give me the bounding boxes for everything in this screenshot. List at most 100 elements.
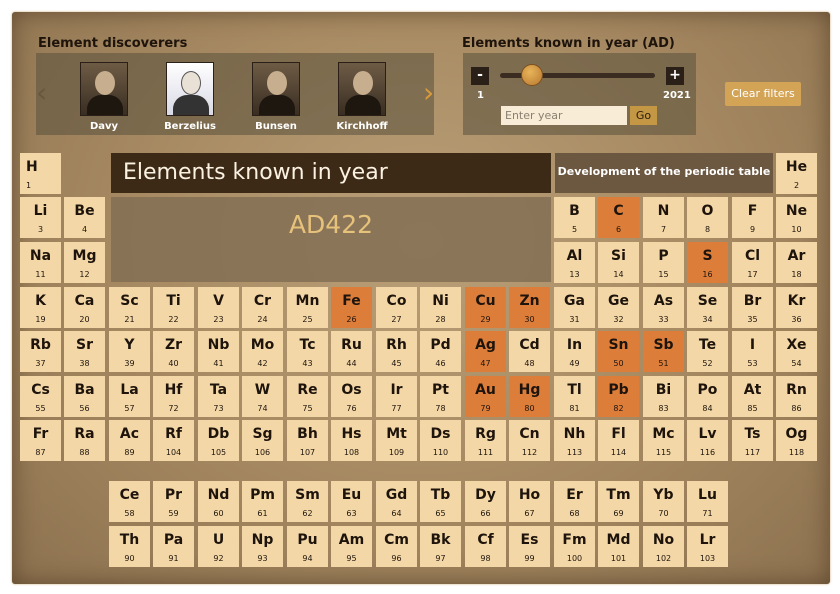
element-cell-bh[interactable]: Bh 107 [287, 420, 328, 461]
element-cell-li[interactable]: Li 3 [20, 197, 61, 238]
development-button[interactable]: Development of the periodic table [555, 153, 773, 193]
element-cell-na[interactable]: Na 11 [20, 242, 61, 283]
element-cell-o[interactable]: O8 [687, 197, 728, 238]
element-cell-ni[interactable]: Ni 28 [420, 287, 461, 328]
element-cell-cm[interactable]: Cm 96 [376, 526, 417, 567]
element-cell-am[interactable]: Am 95 [331, 526, 372, 567]
year-input[interactable] [501, 106, 627, 125]
element-cell-k[interactable]: K 19 [20, 287, 61, 328]
discoverer-name[interactable]: Berzelius [155, 121, 225, 132]
element-cell-es[interactable]: Es 99 [509, 526, 550, 567]
element-cell-rg[interactable]: Rg 111 [465, 420, 506, 461]
element-cell-og[interactable]: Og 118 [776, 420, 817, 461]
element-cell-sm[interactable]: Sm 62 [287, 481, 328, 522]
element-cell-ta[interactable]: Ta 73 [198, 376, 239, 417]
element-cell-la[interactable]: La 57 [109, 376, 150, 417]
element-cell-n[interactable]: N7 [643, 197, 684, 238]
element-cell-ge[interactable]: Ge 32 [598, 287, 639, 328]
element-cell-br[interactable]: Br 35 [732, 287, 773, 328]
element-cell-cu[interactable]: Cu 29 [465, 287, 506, 328]
development-label[interactable]: Development of the periodic table [555, 165, 773, 178]
element-cell-al[interactable]: Al 13 [554, 242, 595, 283]
element-cell-ga[interactable]: Ga 31 [554, 287, 595, 328]
element-cell-sg[interactable]: Sg 106 [242, 420, 283, 461]
element-cell-fl[interactable]: Fl 114 [598, 420, 639, 461]
element-cell-ag[interactable]: Ag 47 [465, 331, 506, 372]
discoverer-name[interactable]: Kirchhoff [327, 121, 397, 132]
element-cell-cn[interactable]: Cn 112 [509, 420, 550, 461]
element-cell-zr[interactable]: Zr 40 [153, 331, 194, 372]
element-cell-ac[interactable]: Ac 89 [109, 420, 150, 461]
element-cell-lr[interactable]: Lr 103 [687, 526, 728, 567]
element-cell-rh[interactable]: Rh 45 [376, 331, 417, 372]
element-cell-ba[interactable]: Ba 56 [64, 376, 105, 417]
element-cell-cl[interactable]: Cl 17 [732, 242, 773, 283]
element-cell-fm[interactable]: Fm 100 [554, 526, 595, 567]
discoverer-portrait-davy[interactable] [80, 62, 128, 116]
element-cell-bk[interactable]: Bk 97 [420, 526, 461, 567]
element-cell-mc[interactable]: Mc 115 [643, 420, 684, 461]
element-cell-f[interactable]: F9 [732, 197, 773, 238]
element-cell-rb[interactable]: Rb 37 [20, 331, 61, 372]
element-cell-ra[interactable]: Ra 88 [64, 420, 105, 461]
chevron-left-icon[interactable]: ‹ [36, 76, 47, 109]
element-cell-b[interactable]: B5 [554, 197, 595, 238]
year-slider-thumb[interactable] [521, 64, 543, 86]
element-cell-db[interactable]: Db 105 [198, 420, 239, 461]
element-cell-v[interactable]: V 23 [198, 287, 239, 328]
element-cell-po[interactable]: Po 84 [687, 376, 728, 417]
element-cell-ru[interactable]: Ru 44 [331, 331, 372, 372]
element-cell-au[interactable]: Au 79 [465, 376, 506, 417]
element-cell-sn[interactable]: Sn 50 [598, 331, 639, 372]
element-cell-er[interactable]: Er 68 [554, 481, 595, 522]
element-cell-lu[interactable]: Lu 71 [687, 481, 728, 522]
element-cell-p[interactable]: P 15 [643, 242, 684, 283]
element-cell-fe[interactable]: Fe 26 [331, 287, 372, 328]
element-cell-rf[interactable]: Rf 104 [153, 420, 194, 461]
element-cell-nd[interactable]: Nd 60 [198, 481, 239, 522]
element-cell-tl[interactable]: Tl 81 [554, 376, 595, 417]
element-cell-ir[interactable]: Ir 77 [376, 376, 417, 417]
element-cell-kr[interactable]: Kr 36 [776, 287, 817, 328]
element-cell-c[interactable]: C6 [598, 197, 639, 238]
element-cell-no[interactable]: No 102 [643, 526, 684, 567]
element-cell-se[interactable]: Se 34 [687, 287, 728, 328]
discoverer-portrait-berzelius[interactable] [166, 62, 214, 116]
element-cell-in[interactable]: In 49 [554, 331, 595, 372]
element-cell-hf[interactable]: Hf 72 [153, 376, 194, 417]
element-cell-bi[interactable]: Bi 83 [643, 376, 684, 417]
element-cell-cs[interactable]: Cs 55 [20, 376, 61, 417]
element-cell-ca[interactable]: Ca 20 [64, 287, 105, 328]
element-cell-tc[interactable]: Tc 43 [287, 331, 328, 372]
element-cell-ce[interactable]: Ce 58 [109, 481, 150, 522]
element-cell-hg[interactable]: Hg 80 [509, 376, 550, 417]
discoverer-portrait-kirchhoff[interactable] [338, 62, 386, 116]
element-cell-nh[interactable]: Nh 113 [554, 420, 595, 461]
element-cell-pd[interactable]: Pd 46 [420, 331, 461, 372]
element-cell-ho[interactable]: Ho 67 [509, 481, 550, 522]
element-cell-hs[interactable]: Hs 108 [331, 420, 372, 461]
discoverer-portrait-bunsen[interactable] [252, 62, 300, 116]
element-cell-u[interactable]: U 92 [198, 526, 239, 567]
element-cell-xe[interactable]: Xe 54 [776, 331, 817, 372]
clear-filters-button[interactable]: Clear filters [725, 82, 801, 106]
element-cell-cd[interactable]: Cd 48 [509, 331, 550, 372]
element-cell-mn[interactable]: Mn 25 [287, 287, 328, 328]
element-cell-co[interactable]: Co 27 [376, 287, 417, 328]
element-cell-mo[interactable]: Mo 42 [242, 331, 283, 372]
element-cell-pb[interactable]: Pb 82 [598, 376, 639, 417]
element-cell-cr[interactable]: Cr 24 [242, 287, 283, 328]
element-cell-ti[interactable]: Ti 22 [153, 287, 194, 328]
element-cell-dy[interactable]: Dy 66 [465, 481, 506, 522]
element-cell-re[interactable]: Re 75 [287, 376, 328, 417]
year-minus-button[interactable]: - [471, 67, 489, 85]
element-cell-lv[interactable]: Lv 116 [687, 420, 728, 461]
element-cell-pa[interactable]: Pa 91 [153, 526, 194, 567]
element-cell-he[interactable]: He 2 [776, 153, 817, 194]
element-cell-tm[interactable]: Tm 69 [598, 481, 639, 522]
discoverer-name[interactable]: Bunsen [241, 121, 311, 132]
element-cell-th[interactable]: Th 90 [109, 526, 150, 567]
element-cell-tb[interactable]: Tb 65 [420, 481, 461, 522]
element-cell-pu[interactable]: Pu 94 [287, 526, 328, 567]
element-cell-zn[interactable]: Zn 30 [509, 287, 550, 328]
